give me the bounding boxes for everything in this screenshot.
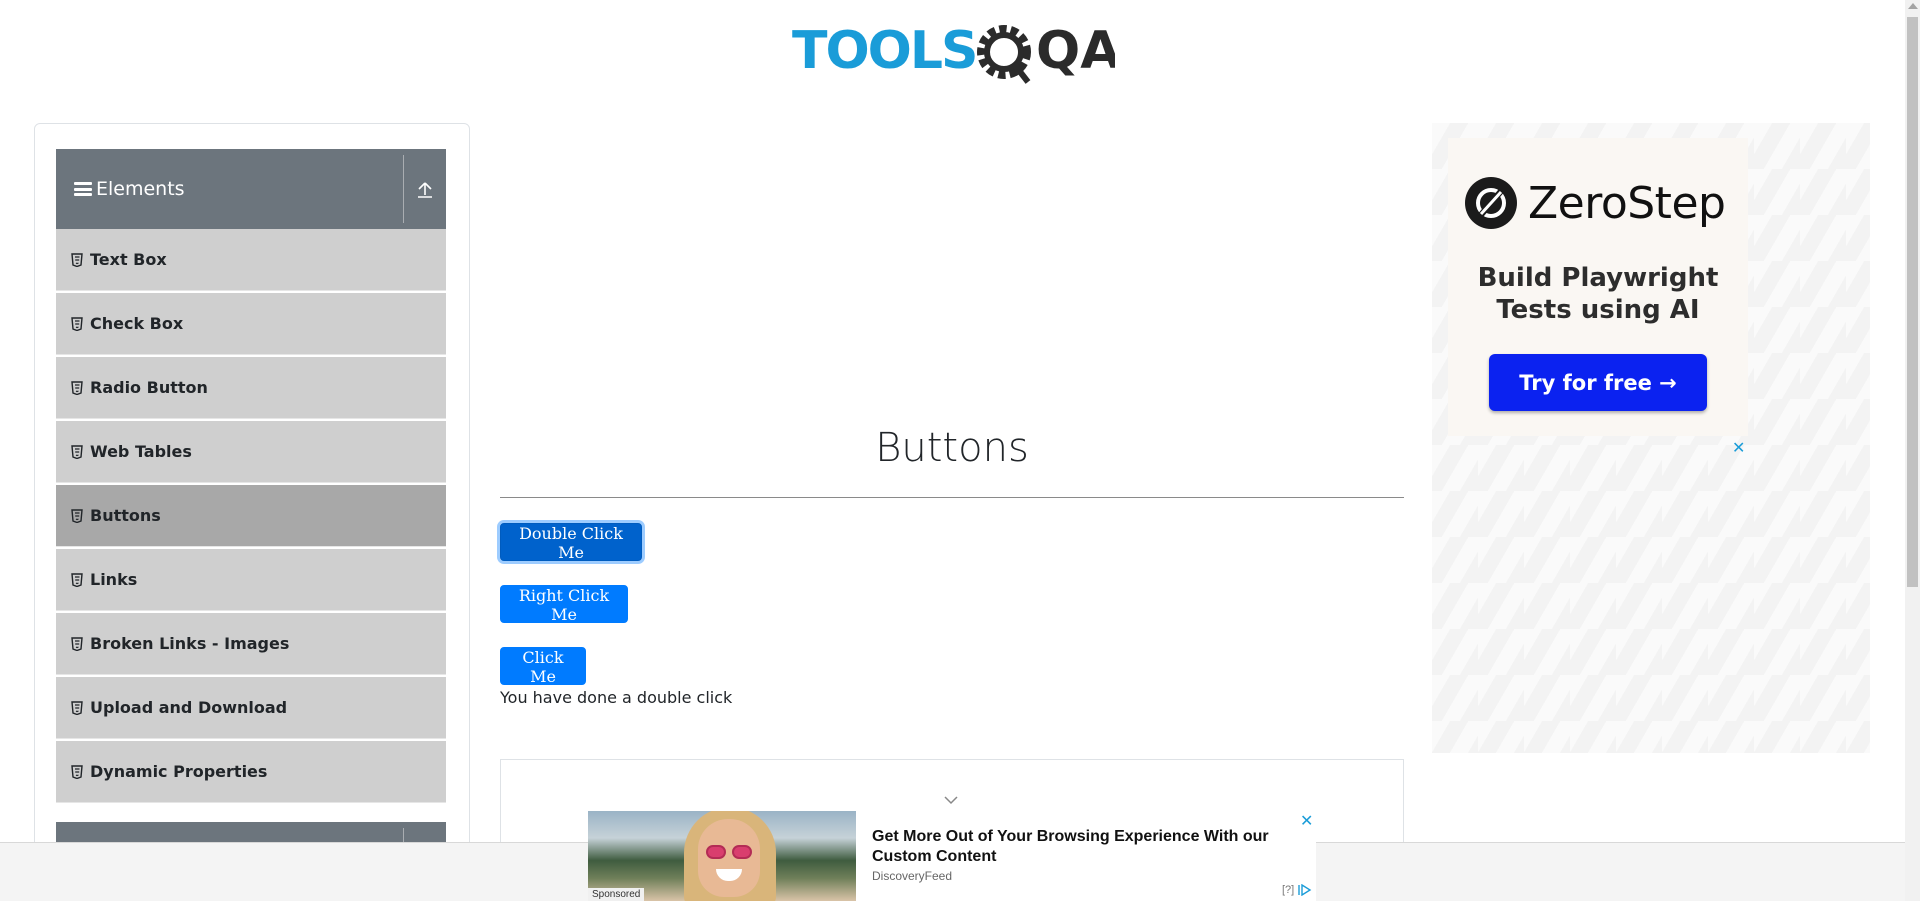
menu-icon	[74, 182, 92, 196]
sidebar-item-label: Text Box	[90, 250, 167, 269]
bottom-ad[interactable]: Sponsored Get More Out of Your Browsing …	[588, 811, 1316, 901]
sidebar-item-radio-button[interactable]: Radio Button	[56, 357, 446, 419]
sidebar-item-links[interactable]: Links	[56, 549, 446, 611]
html5-icon	[71, 252, 83, 267]
html5-icon	[71, 380, 83, 395]
sidebar-item-label: Upload and Download	[90, 698, 288, 717]
ad-info-icon[interactable]: [?]	[1282, 883, 1313, 897]
html5-icon	[71, 764, 83, 779]
elements-menu: Text Box Check Box Radio Button Web Tabl…	[56, 229, 446, 805]
elements-group-header[interactable]: Elements	[56, 149, 446, 229]
sidebar-item-text-box[interactable]: Text Box	[56, 229, 446, 291]
ad-source: DiscoveryFeed	[872, 869, 953, 883]
gear-icon	[977, 25, 1031, 84]
title-divider	[500, 497, 1404, 498]
sidebar-item-upload-download[interactable]: Upload and Download	[56, 677, 446, 739]
header-divider	[403, 155, 404, 223]
sidebar-item-dynamic-properties[interactable]: Dynamic Properties	[56, 741, 446, 803]
close-icon[interactable]: ✕	[1732, 438, 1745, 458]
try-for-free-button[interactable]: Try for free →	[1489, 354, 1707, 411]
sidebar-item-web-tables[interactable]: Web Tables	[56, 421, 446, 483]
sidebar-item-buttons[interactable]: Buttons	[56, 485, 446, 547]
close-icon[interactable]: ✕	[1300, 811, 1313, 831]
sidebar-item-label: Radio Button	[90, 378, 208, 397]
double-click-message: You have done a double click	[500, 688, 733, 707]
scroll-up-arrow-icon[interactable]	[1908, 3, 1918, 9]
ad-image[interactable]: Sponsored	[588, 811, 856, 901]
collapse-icon[interactable]	[414, 179, 436, 201]
right-click-button[interactable]: Right Click Me	[500, 585, 628, 624]
zerostep-brand: ZeroStep	[1464, 176, 1726, 230]
chevron-down-icon[interactable]	[943, 795, 959, 805]
ad-headline[interactable]: Get More Out of Your Browsing Experience…	[872, 827, 1292, 867]
group-title: Elements	[96, 178, 185, 200]
click-me-button[interactable]: Click Me	[500, 647, 586, 686]
html5-icon	[71, 572, 83, 587]
sidebar-item-label: Broken Links - Images	[90, 634, 290, 653]
page-title: Buttons	[875, 425, 1029, 471]
html5-icon	[71, 316, 83, 331]
svg-text:QA: QA	[1036, 21, 1115, 81]
sponsored-label: Sponsored	[588, 888, 645, 901]
html5-icon	[71, 700, 83, 715]
html5-icon	[71, 636, 83, 651]
double-click-button[interactable]: Double Click Me	[500, 523, 642, 562]
zerostep-logo-icon	[1465, 177, 1517, 229]
toolsqa-logo[interactable]: TOOLS QA	[792, 16, 1115, 90]
sidebar-item-label: Web Tables	[90, 442, 192, 461]
ad-info-label: [?]	[1282, 884, 1295, 896]
adchoices-icon	[1298, 883, 1312, 897]
scrollbar-thumb[interactable]	[1907, 17, 1918, 587]
svg-text:TOOLS: TOOLS	[792, 21, 976, 81]
sidebar-item-label: Buttons	[90, 506, 161, 525]
html5-icon	[71, 508, 83, 523]
html5-icon	[71, 444, 83, 459]
sidebar-item-label: Links	[90, 570, 138, 589]
sidebar-item-broken-links[interactable]: Broken Links - Images	[56, 613, 446, 675]
sidebar-item-check-box[interactable]: Check Box	[56, 293, 446, 355]
logo-graphic: TOOLS QA	[792, 21, 1115, 84]
zerostep-name: ZeroStep	[1528, 177, 1726, 229]
sidebar-item-label: Check Box	[90, 314, 184, 333]
sidebar-item-label: Dynamic Properties	[90, 762, 268, 781]
zerostep-tagline: Build Playwright Tests using AI	[1477, 263, 1719, 325]
